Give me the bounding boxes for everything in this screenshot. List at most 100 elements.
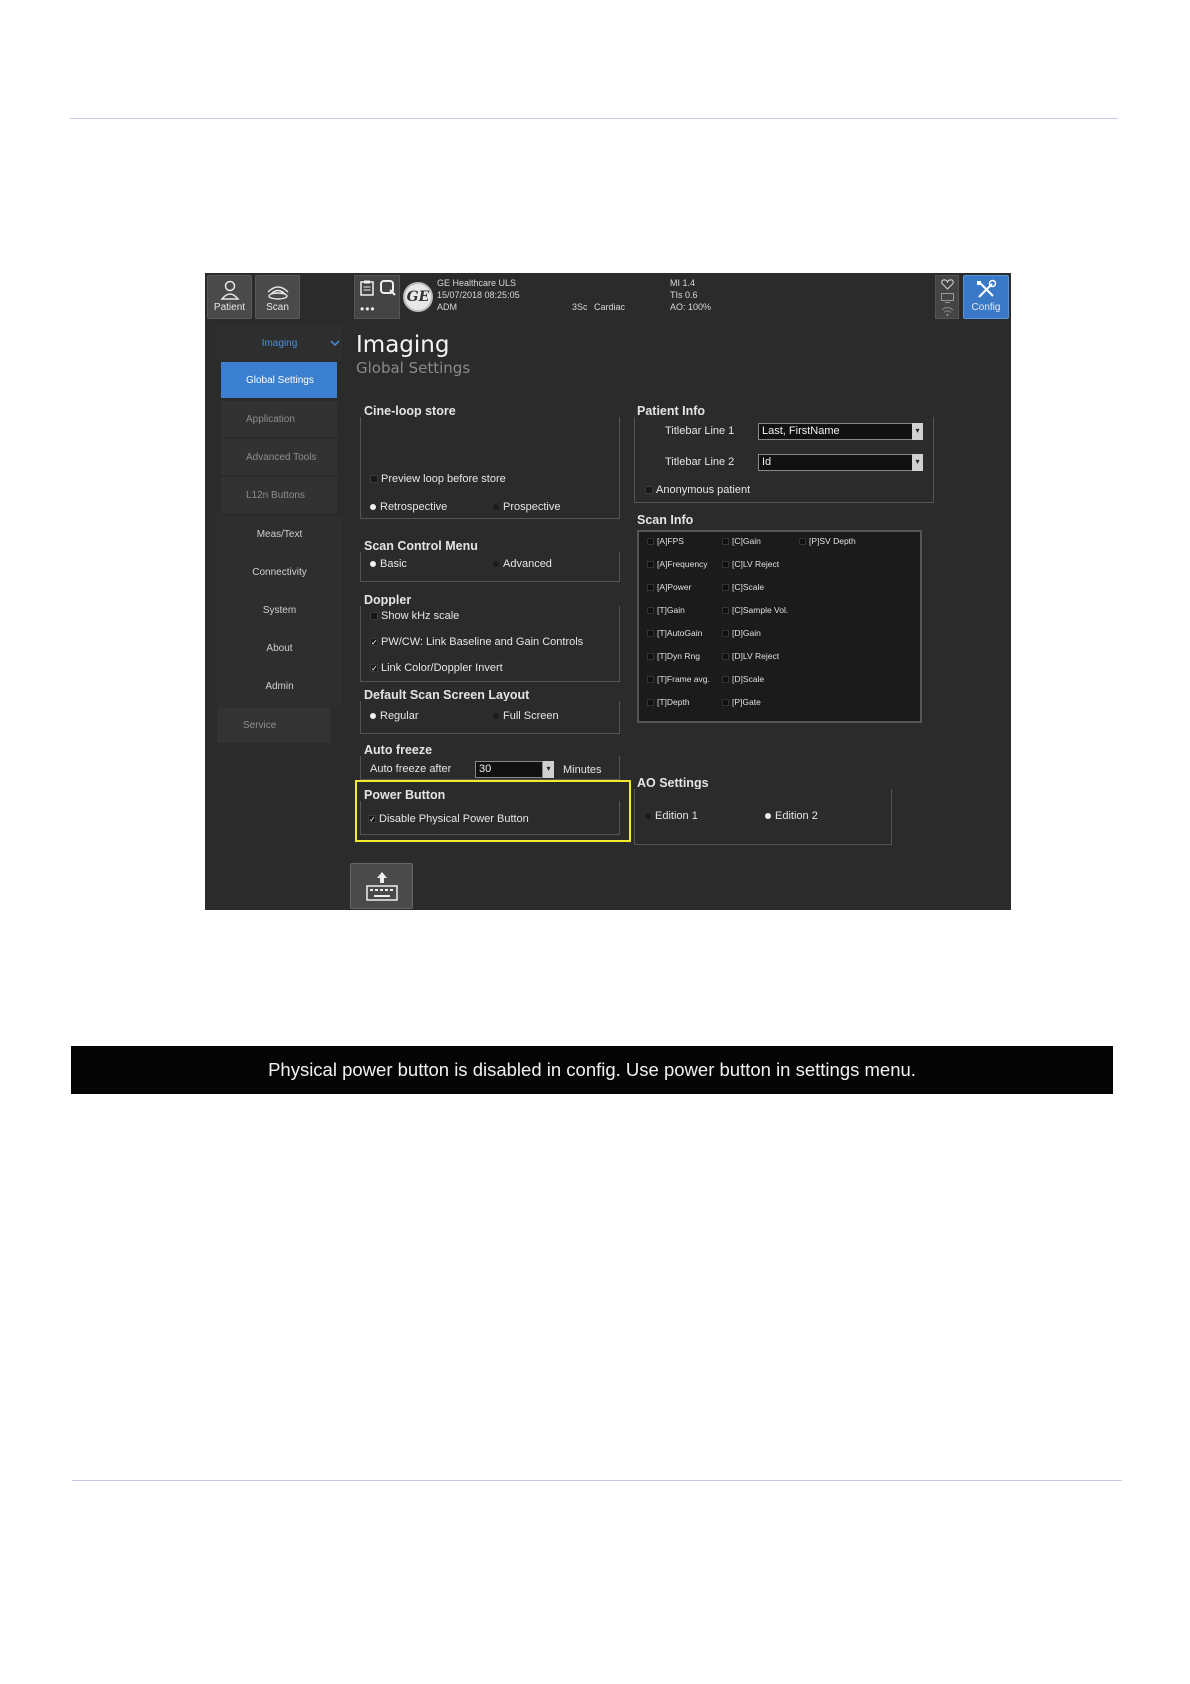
scan-info-item[interactable]: [D]Scale: [722, 674, 764, 684]
autofreeze-input[interactable]: 30: [475, 761, 543, 778]
sidebar: Imaging Global Settings Application Adva…: [205, 321, 345, 910]
scan-info-item[interactable]: [A]Power: [647, 582, 692, 592]
scan-info-item[interactable]: [T]AutoGain: [647, 628, 702, 638]
regular-radio[interactable]: Regular: [370, 710, 419, 722]
retrospective-radio[interactable]: Retrospective: [370, 501, 447, 513]
radio[interactable]: [493, 561, 499, 567]
sidebar-item-global-settings[interactable]: Global Settings: [221, 362, 337, 398]
scan-info-item[interactable]: [C]Gain: [722, 536, 761, 546]
radio[interactable]: [370, 561, 376, 567]
titlebar-line1-dropdown[interactable]: ▾: [912, 423, 923, 440]
scan-button[interactable]: Scan: [255, 275, 300, 319]
search-icon[interactable]: [380, 280, 396, 296]
checkbox[interactable]: [647, 675, 654, 683]
checkbox[interactable]: [722, 675, 729, 683]
sidebar-item-meas-text[interactable]: Meas/Text: [217, 516, 342, 552]
scan-info-item[interactable]: [A]Frequency: [647, 559, 708, 569]
sidebar-item-imaging[interactable]: Imaging: [217, 325, 342, 361]
checkbox[interactable]: [647, 652, 654, 660]
link-baseline-checkbox[interactable]: ✓ PW/CW: Link Baseline and Gain Controls: [370, 636, 583, 648]
checkbox[interactable]: [647, 606, 654, 614]
checkbox[interactable]: [722, 560, 729, 568]
autofreeze-dropdown-arrow[interactable]: ▾: [543, 761, 554, 778]
patient-label: Patient: [213, 302, 246, 313]
prospective-radio[interactable]: Prospective: [493, 501, 560, 513]
scan-info-title: Scan Info: [637, 513, 694, 527]
radio[interactable]: [765, 813, 771, 819]
advanced-label: Advanced: [503, 558, 552, 570]
sidebar-item-application[interactable]: Application: [221, 401, 337, 437]
checkbox[interactable]: [647, 583, 654, 591]
scan-info-item[interactable]: [T]Frame avg.: [647, 674, 710, 684]
edition1-radio[interactable]: Edition 1: [645, 810, 698, 822]
scan-info-item[interactable]: [T]Depth: [647, 697, 690, 707]
scan-info-label: [P]Gate: [732, 697, 761, 707]
scan-info-item[interactable]: [C]Sample Vol.: [722, 605, 788, 615]
basic-radio[interactable]: Basic: [370, 558, 407, 570]
checkbox[interactable]: [647, 698, 654, 706]
scan-info-item[interactable]: [D]Gain: [722, 628, 761, 638]
sidebar-item-admin[interactable]: Admin: [217, 668, 342, 704]
checkbox[interactable]: [647, 629, 654, 637]
mi-text: MI 1.4: [670, 278, 696, 288]
radio[interactable]: [645, 813, 651, 819]
titlebar-line2-field[interactable]: Id: [758, 454, 913, 471]
scan-info-label: [A]Frequency: [657, 559, 708, 569]
clipboard-icon[interactable]: [360, 280, 374, 296]
sidebar-item-label: Service: [243, 719, 277, 731]
checkbox[interactable]: [722, 652, 729, 660]
scan-info-item[interactable]: [T]Dyn Rng: [647, 651, 700, 661]
full-screen-radio[interactable]: Full Screen: [493, 710, 559, 722]
scan-info-label: [C]Sample Vol.: [732, 605, 789, 615]
link-baseline-label: PW/CW: Link Baseline and Gain Controls: [381, 636, 584, 648]
checkbox[interactable]: [722, 537, 729, 545]
more-button[interactable]: •••: [360, 302, 376, 316]
edition2-radio[interactable]: Edition 2: [765, 810, 818, 822]
checkbox[interactable]: [722, 583, 729, 591]
checkbox[interactable]: [645, 486, 653, 494]
advanced-radio[interactable]: Advanced: [493, 558, 552, 570]
application-text: Cardiac: [594, 302, 626, 312]
keyboard-button[interactable]: [350, 863, 413, 909]
patient-button[interactable]: Patient: [207, 275, 252, 319]
anonymous-patient-checkbox[interactable]: Anonymous patient: [645, 484, 750, 496]
khz-scale-checkbox[interactable]: Show kHz scale: [370, 610, 459, 622]
checkbox[interactable]: [370, 612, 378, 620]
link-color-checkbox[interactable]: ✓ Link Color/Doppler Invert: [370, 662, 503, 674]
operator-text: ADM: [437, 302, 457, 312]
scan-info-item[interactable]: [P]SV Depth: [799, 536, 856, 546]
scan-info-label: [D]Scale: [732, 674, 765, 684]
checkbox[interactable]: ✓: [370, 638, 378, 647]
checkbox[interactable]: [370, 475, 378, 483]
autofreeze-title: Auto freeze: [364, 743, 433, 757]
radio[interactable]: [370, 713, 376, 719]
checkbox[interactable]: [799, 537, 806, 545]
sidebar-item-service[interactable]: Service: [217, 707, 330, 743]
sidebar-item-connectivity[interactable]: Connectivity: [217, 554, 342, 590]
scan-info-item[interactable]: [C]Scale: [722, 582, 764, 592]
scan-info-item[interactable]: [P]Gate: [722, 697, 761, 707]
radio[interactable]: [493, 713, 499, 719]
radio[interactable]: [493, 504, 499, 510]
sidebar-item-l12n-buttons[interactable]: L12n Buttons: [221, 477, 337, 513]
checkbox[interactable]: [647, 537, 654, 545]
top-rule: [70, 118, 1118, 119]
config-button[interactable]: Config: [963, 275, 1009, 319]
sidebar-item-system[interactable]: System: [217, 592, 342, 628]
checkbox[interactable]: ✓: [370, 664, 378, 673]
checkbox[interactable]: [722, 629, 729, 637]
titlebar-line1-field[interactable]: Last, FirstName: [758, 423, 913, 440]
checkbox[interactable]: [722, 698, 729, 706]
scan-info-item[interactable]: [C]LV Reject: [722, 559, 779, 569]
titlebar-line2-dropdown[interactable]: ▾: [912, 454, 923, 471]
checkbox[interactable]: [647, 560, 654, 568]
scan-info-item[interactable]: [T]Gain: [647, 605, 685, 615]
radio[interactable]: [370, 504, 376, 510]
sidebar-item-about[interactable]: About: [217, 630, 342, 666]
checkbox[interactable]: [722, 606, 729, 614]
sidebar-item-advanced-tools[interactable]: Advanced Tools: [221, 439, 337, 475]
preview-loop-checkbox[interactable]: Preview loop before store: [370, 473, 506, 485]
scan-info-item[interactable]: [D]LV Reject: [722, 651, 779, 661]
scan-info-label: [C]Scale: [732, 582, 765, 592]
scan-info-item[interactable]: [A]FPS: [647, 536, 684, 546]
